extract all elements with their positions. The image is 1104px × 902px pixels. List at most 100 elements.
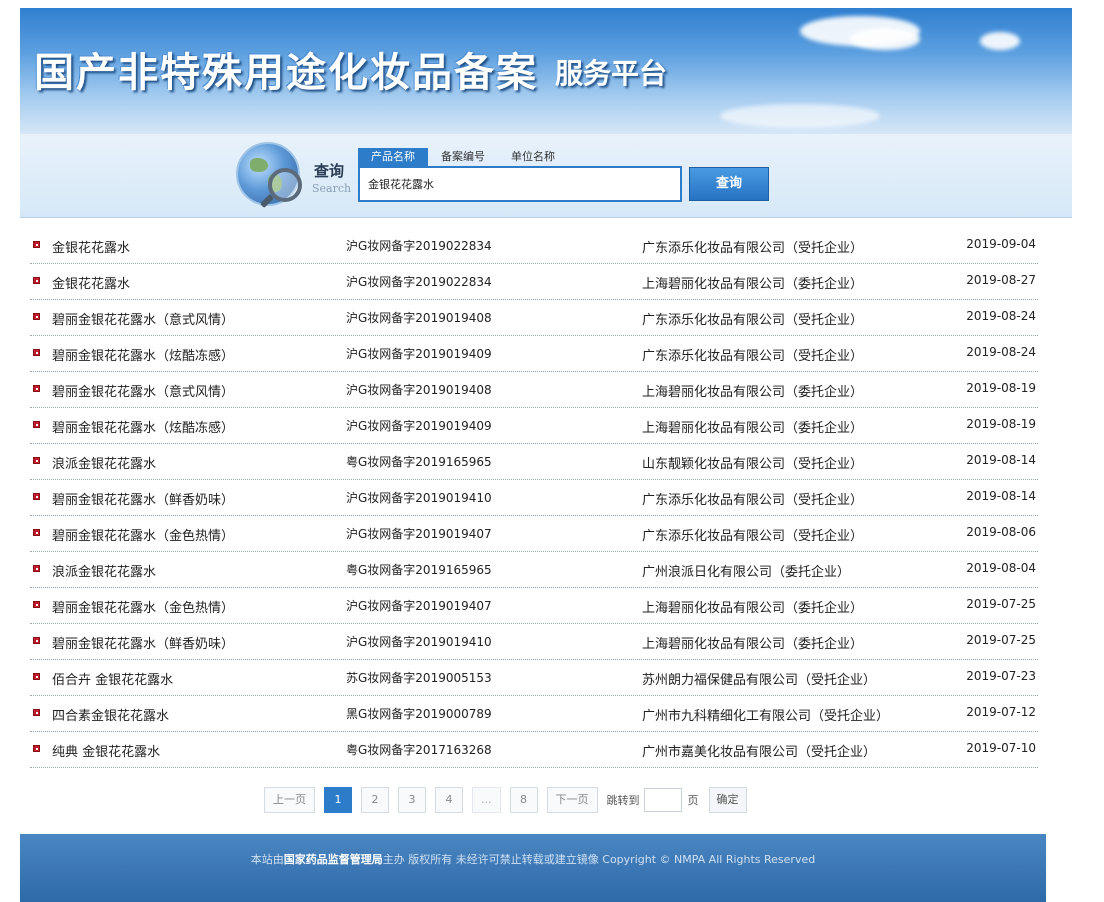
globe-land [250, 158, 268, 172]
product-name-link[interactable]: 碧丽金银花花露水（炫酷冻感） [52, 417, 234, 436]
results-list: 金银花花露水沪G妆网备字2019022834广东添乐化妆品有限公司（受托企业）2… [30, 228, 1038, 768]
bullet-icon [33, 421, 40, 428]
search-input[interactable] [358, 166, 682, 202]
record-number: 沪G妆网备字2019019408 [346, 381, 492, 398]
company-name: 上海碧丽化妆品有限公司（委托企业） [642, 417, 863, 436]
record-date: 2019-07-12 [966, 705, 1036, 719]
result-row: 金银花花露水 沪G妆网备字2019022834 上海碧丽化妆品有限公司（委托企业） 2… [30, 264, 1038, 300]
record-number: 沪G妆网备字2019019410 [346, 633, 492, 650]
page-2-button[interactable]: 2 [361, 787, 389, 813]
product-name-link[interactable]: 佰合卉 金银花花露水 [52, 669, 173, 688]
company-name: 苏州朗力福保健品有限公司（受托企业） [642, 669, 876, 688]
company-name: 上海碧丽化妆品有限公司（委托企业） [642, 381, 863, 400]
company-name: 上海碧丽化妆品有限公司（委托企业） [642, 633, 863, 652]
prev-page-button[interactable]: 上一页 [264, 787, 315, 813]
next-page-button[interactable]: 下一页 [547, 787, 598, 813]
cloud-decoration [850, 28, 920, 50]
product-name-link[interactable]: 金银花花露水 [52, 273, 130, 292]
result-row: 金银花花露水沪G妆网备字2019022834广东添乐化妆品有限公司（受托企业）2… [30, 228, 1038, 264]
record-number: 沪G妆网备字2019022834 [346, 273, 492, 290]
record-number: 黑G妆网备字2019000789 [346, 705, 492, 722]
footer-org: 国家药品监督管理局 [284, 853, 383, 866]
result-row: 碧丽金银花花露水（炫酷冻感） 沪G妆网备字2019019409 上海碧丽化妆品有限公… [30, 408, 1038, 444]
record-number: 沪G妆网备字2019019407 [346, 525, 492, 542]
footer-prefix: 本站由 [251, 853, 284, 866]
bullet-icon [33, 493, 40, 500]
record-number: 沪G妆网备字2019019407 [346, 597, 492, 614]
company-name: 广东添乐化妆品有限公司（受托企业） [642, 345, 863, 364]
result-row: 碧丽金银花花露水（炫酷冻感）沪G妆网备字2019019409广东添乐化妆品有限公… [30, 336, 1038, 372]
record-date: 2019-08-19 [966, 417, 1036, 431]
record-date: 2019-08-27 [966, 273, 1036, 287]
search-panel: 查询 Search 产品名称 备案编号 单位名称 查询 [20, 134, 1072, 218]
tab-product-name[interactable]: 产品名称 [358, 148, 428, 166]
site-subtitle: 服务平台 [555, 52, 667, 92]
result-row: 碧丽金银花花露水（金色热情） 沪G妆网备字2019019407 上海碧丽化妆品有限公… [30, 588, 1038, 624]
last-page-button[interactable]: 8 [510, 787, 538, 813]
record-date: 2019-08-24 [966, 309, 1036, 323]
record-date: 2019-07-25 [966, 633, 1036, 647]
tab-record-number[interactable]: 备案编号 [428, 148, 498, 166]
bullet-icon [33, 241, 40, 248]
page-1-button[interactable]: 1 [324, 787, 352, 813]
result-row: 四合素金银花花露水黑G妆网备字2019000789广州市九科精细化工有限公司（受… [30, 696, 1038, 732]
page-3-button[interactable]: 3 [398, 787, 426, 813]
result-row: 碧丽金银花花露水（鲜香奶味）沪G妆网备字2019019410广东添乐化妆品有限公… [30, 480, 1038, 516]
jump-confirm-button[interactable]: 确定 [709, 787, 747, 813]
bullet-icon [33, 313, 40, 320]
product-name-link[interactable]: 碧丽金银花花露水（意式风情） [52, 309, 234, 328]
result-row: 碧丽金银花花露水（意式风情） 沪G妆网备字2019019408 上海碧丽化妆品有限公… [30, 372, 1038, 408]
product-name-link[interactable]: 碧丽金银花花露水（鲜香奶味） [52, 633, 234, 652]
record-number: 沪G妆网备字2019019409 [346, 417, 492, 434]
record-date: 2019-08-04 [966, 561, 1036, 575]
company-name: 广州市嘉美化妆品有限公司（受托企业） [642, 741, 876, 760]
product-name-link[interactable]: 碧丽金银花花露水（鲜香奶味） [52, 489, 234, 508]
bullet-icon [33, 601, 40, 608]
record-date: 2019-08-14 [966, 489, 1036, 503]
product-name-link[interactable]: 纯典 金银花花露水 [52, 741, 160, 760]
bullet-icon [33, 277, 40, 284]
product-name-link[interactable]: 碧丽金银花花露水（金色热情） [52, 525, 234, 544]
record-number: 苏G妆网备字2019005153 [346, 669, 492, 686]
page-4-button[interactable]: 4 [435, 787, 463, 813]
result-row: 碧丽金银花花露水（鲜香奶味） 沪G妆网备字2019019410 上海碧丽化妆品有限公… [30, 624, 1038, 660]
bullet-icon [33, 673, 40, 680]
company-name: 上海碧丽化妆品有限公司（委托企业） [642, 273, 863, 292]
company-name: 广东添乐化妆品有限公司（受托企业） [642, 309, 863, 328]
bullet-icon [33, 349, 40, 356]
search-button[interactable]: 查询 [689, 167, 769, 201]
record-date: 2019-08-19 [966, 381, 1036, 395]
company-name: 广东添乐化妆品有限公司（受托企业） [642, 489, 863, 508]
cloud-decoration [720, 104, 880, 128]
company-name: 广东添乐化妆品有限公司（受托企业） [642, 525, 863, 544]
bullet-icon [33, 385, 40, 392]
page-ellipsis: ... [472, 787, 501, 813]
bullet-icon [33, 709, 40, 716]
search-label: 查询 [314, 160, 344, 181]
record-date: 2019-09-04 [966, 237, 1036, 251]
product-name-link[interactable]: 碧丽金银花花露水（金色热情） [52, 597, 234, 616]
jump-page-input[interactable] [644, 788, 682, 812]
record-date: 2019-08-14 [966, 453, 1036, 467]
jump-label: 跳转到 [607, 792, 640, 808]
tab-company-name[interactable]: 单位名称 [498, 148, 568, 166]
record-number: 沪G妆网备字2019022834 [346, 237, 492, 254]
product-name-link[interactable]: 碧丽金银花花露水（炫酷冻感） [52, 345, 234, 364]
bullet-icon [33, 565, 40, 572]
product-name-link[interactable]: 浪派金银花花露水 [52, 453, 156, 472]
result-row: 纯典 金银花花露水 粤G妆网备字2017163268 广州市嘉美化妆品有限公司（受托… [30, 732, 1038, 768]
header-banner: 国产非特殊用途化妆品备案 服务平台 [20, 8, 1072, 138]
company-name: 上海碧丽化妆品有限公司（委托企业） [642, 597, 863, 616]
record-number: 粤G妆网备字2017163268 [346, 741, 492, 758]
cloud-decoration [980, 32, 1020, 50]
record-date: 2019-07-10 [966, 741, 1036, 755]
company-name: 山东靓颖化妆品有限公司（受托企业） [642, 453, 863, 472]
product-name-link[interactable]: 四合素金银花花露水 [52, 705, 169, 724]
product-name-link[interactable]: 碧丽金银花花露水（意式风情） [52, 381, 234, 400]
bullet-icon [33, 529, 40, 536]
product-name-link[interactable]: 金银花花露水 [52, 237, 130, 256]
search-tabs: 产品名称 备案编号 单位名称 [358, 148, 568, 166]
product-name-link[interactable]: 浪派金银花花露水 [52, 561, 156, 580]
record-number: 粤G妆网备字2019165965 [346, 453, 492, 470]
result-row: 碧丽金银花花露水（意式风情）沪G妆网备字2019019408广东添乐化妆品有限公… [30, 300, 1038, 336]
